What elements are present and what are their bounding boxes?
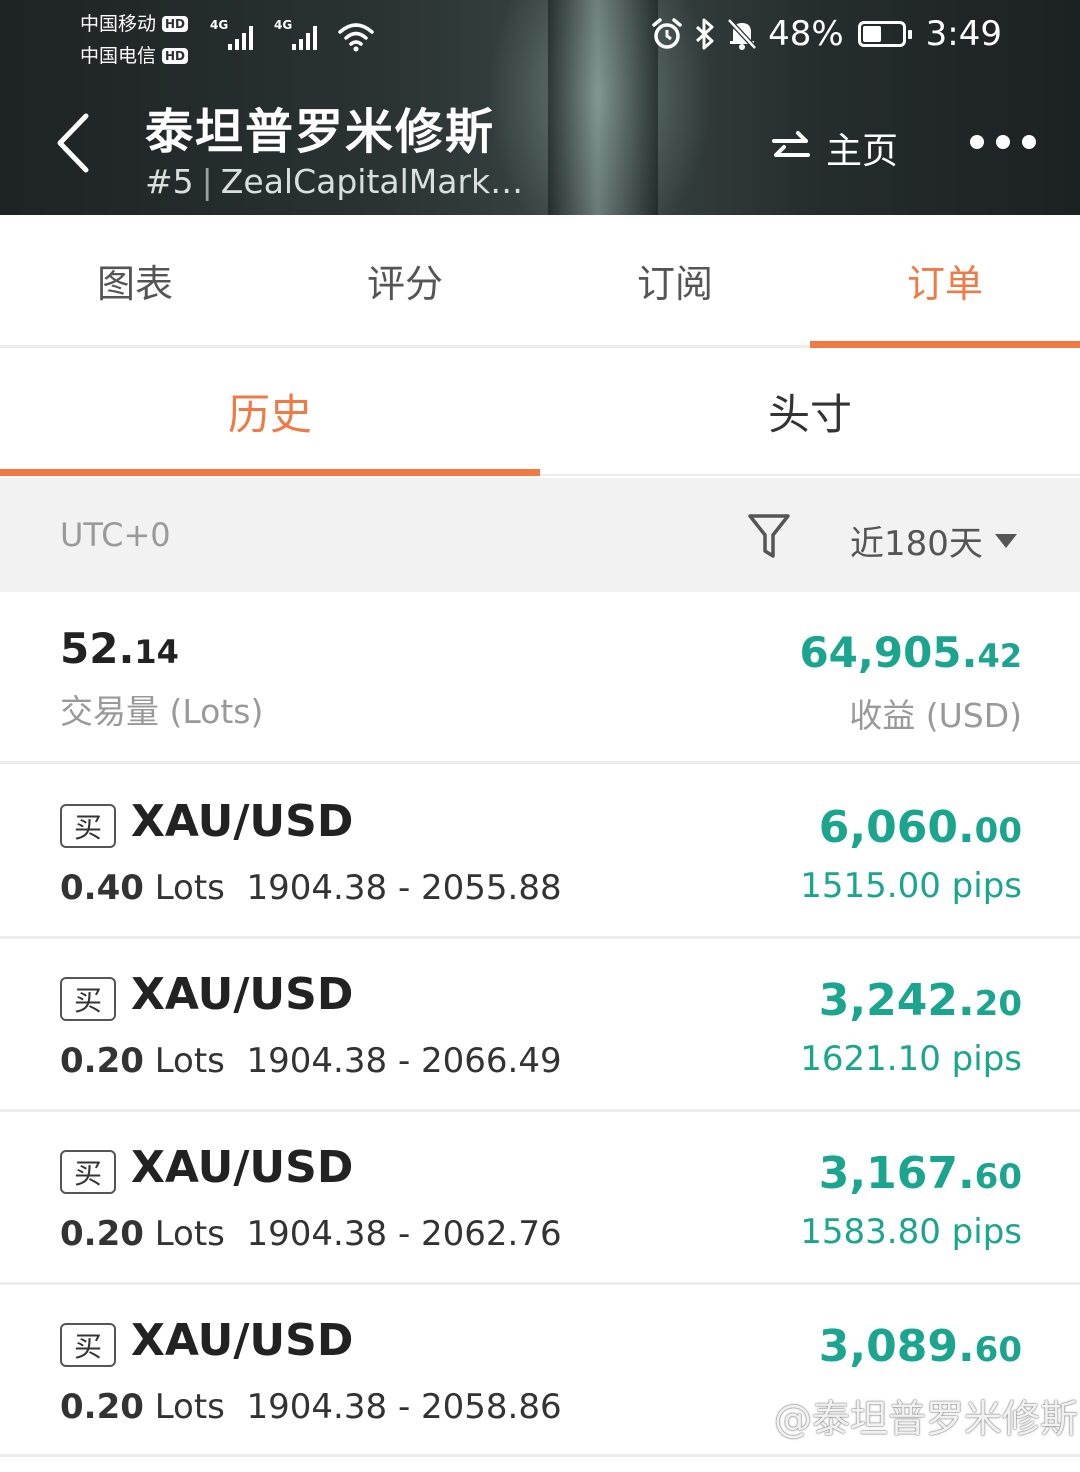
order-pips: 1621.10 pips	[800, 1039, 1022, 1079]
home-label: 主页	[826, 131, 899, 172]
hd-badge: HD	[162, 16, 189, 32]
buy-badge: 买	[60, 977, 116, 1021]
signal-1-icon: 4G	[210, 18, 260, 52]
buy-badge: 买	[60, 804, 116, 848]
order-symbol: XAU/USD	[131, 1142, 354, 1193]
hd-badge: HD	[162, 48, 189, 64]
page-subtitle: #5 | ZealCapitalMark…	[145, 162, 524, 201]
more-options-button[interactable]	[970, 135, 1036, 149]
carrier-2: 中国电信 HD	[80, 40, 189, 72]
signal-indicators: 4G 4G	[210, 18, 374, 52]
order-details: 0.20 Lots 1904.38 - 2062.76	[60, 1214, 562, 1254]
volume-label: 交易量 (Lots)	[60, 692, 264, 731]
rank-label: #5	[145, 162, 194, 201]
wifi-icon	[338, 23, 374, 52]
battery-percent: 48%	[768, 14, 844, 54]
platform-logo-icon	[732, 1400, 766, 1435]
network-type-1: 4G	[210, 18, 229, 32]
volume-summary: 52.14 交易量 (Lots)	[60, 624, 263, 733]
order-row[interactable]: 买 XAU/USD 0.40 Lots 1904.38 - 2055.88 6,…	[0, 766, 1080, 939]
carrier-1-name: 中国移动	[80, 13, 157, 35]
app-header: 中国移动 HD 中国电信 HD 4G 4G 48% 3:49 泰坦普罗米修斯 #…	[0, 0, 1080, 215]
dot-icon	[970, 135, 984, 149]
home-button[interactable]: 主页	[770, 122, 898, 174]
alarm-icon	[652, 18, 682, 49]
history-summary: 52.14 交易量 (Lots) 64,905.42 收益 (USD)	[0, 592, 1080, 764]
order-symbol: XAU/USD	[131, 1315, 354, 1366]
tab-orders[interactable]: 订单	[810, 215, 1080, 348]
buy-badge: 买	[60, 1323, 116, 1367]
filter-funnel-icon[interactable]	[746, 512, 792, 562]
signal-2-icon: 4G	[274, 18, 324, 52]
network-type-2: 4G	[274, 18, 293, 32]
mute-bell-icon	[727, 18, 757, 50]
main-tabs: 图表 评分 订阅 订单	[0, 215, 1080, 348]
period-dropdown[interactable]: 近180天	[850, 516, 1017, 565]
switch-arrows-icon	[772, 131, 810, 157]
tab-subscribe[interactable]: 订阅	[540, 215, 810, 345]
dot-icon	[1022, 135, 1036, 149]
subtab-history[interactable]: 历史	[0, 348, 540, 476]
order-pips: 1515.00 pips	[800, 866, 1022, 906]
header-background-decoration	[548, 0, 658, 215]
order-profit: 3,089.60	[818, 1321, 1022, 1372]
battery-fill	[862, 26, 881, 42]
order-details: 0.40 Lots 1904.38 - 2055.88	[60, 868, 562, 908]
page-title: 泰坦普罗米修斯	[145, 104, 496, 160]
dot-icon	[996, 135, 1010, 149]
period-label: 近180天	[850, 524, 983, 564]
order-row[interactable]: 买 XAU/USD 0.20 Lots 1904.38 - 2066.49 3,…	[0, 939, 1080, 1112]
profit-value: 64,905.42	[799, 628, 1022, 677]
order-symbol: XAU/USD	[131, 796, 354, 847]
order-profit: 3,242.20	[818, 975, 1022, 1026]
bluetooth-icon	[696, 18, 714, 50]
watermark: @泰坦普罗米修斯	[730, 1388, 1078, 1443]
order-profit: 6,060.00	[818, 802, 1022, 853]
carrier-1: 中国移动 HD	[80, 8, 189, 40]
tab-chart[interactable]: 图表	[0, 215, 270, 345]
caret-down-icon	[994, 533, 1017, 548]
filter-bar: UTC+0 近180天	[0, 478, 1080, 592]
order-symbol: XAU/USD	[131, 969, 354, 1020]
broker-name: ZealCapitalMark…	[220, 162, 524, 201]
back-button[interactable]	[50, 108, 100, 178]
battery-icon	[857, 21, 912, 47]
status-bar-right: 48% 3:49	[650, 14, 1002, 54]
status-bar-carriers: 中国移动 HD 中国电信 HD	[80, 8, 189, 72]
profit-label: 收益 (USD)	[849, 696, 1022, 735]
volume-value: 52.14	[60, 624, 179, 673]
profit-summary: 64,905.42 收益 (USD)	[799, 628, 1022, 737]
order-pips: 1583.80 pips	[800, 1212, 1022, 1252]
timezone-label: UTC+0	[60, 516, 171, 554]
order-profit: 3,167.60	[818, 1148, 1022, 1199]
order-subtabs: 历史 头寸	[0, 348, 1080, 476]
order-details: 0.20 Lots 1904.38 - 2058.86	[60, 1387, 562, 1427]
clock: 3:49	[925, 14, 1002, 54]
tab-rating[interactable]: 评分	[270, 215, 540, 345]
order-row[interactable]: 买 XAU/USD 0.20 Lots 1904.38 - 2062.76 3,…	[0, 1112, 1080, 1285]
carrier-2-name: 中国电信	[80, 45, 157, 67]
order-details: 0.20 Lots 1904.38 - 2066.49	[60, 1041, 562, 1081]
watermark-text: @泰坦普罗米修斯	[774, 1397, 1079, 1441]
subtab-positions[interactable]: 头寸	[540, 348, 1080, 474]
buy-badge: 买	[60, 1150, 116, 1194]
